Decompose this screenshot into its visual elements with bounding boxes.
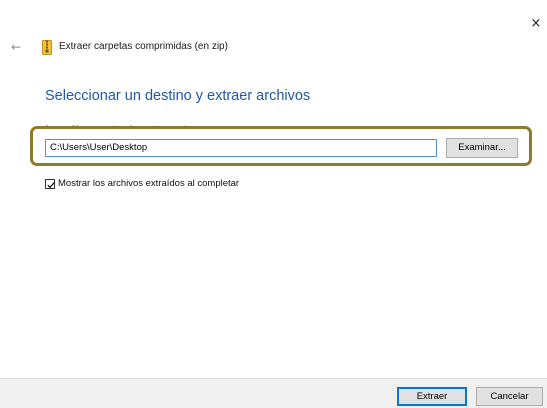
extract-wizard-window: × ← Extraer carpetas comprimidas (en zip… xyxy=(0,0,547,408)
destination-path-input[interactable]: C:\Users\User\Desktop xyxy=(45,139,437,157)
close-button[interactable]: × xyxy=(526,14,546,34)
extract-button[interactable]: Extraer xyxy=(397,387,467,406)
browse-button[interactable]: Examinar... xyxy=(446,138,518,158)
page-heading: Seleccionar un destino y extraer archivo… xyxy=(45,88,311,104)
back-arrow-icon: ← xyxy=(11,40,22,54)
close-icon: × xyxy=(530,16,542,31)
back-button[interactable]: ← xyxy=(11,39,27,55)
show-files-label: Mostrar los archivos extraídos al comple… xyxy=(58,178,240,189)
window-title: Extraer carpetas comprimidas (en zip) xyxy=(59,41,228,52)
button-bar: Extraer Cancelar xyxy=(0,378,547,408)
checkmark-icon xyxy=(47,182,55,189)
cancel-button[interactable]: Cancelar xyxy=(476,387,543,406)
show-files-checkbox[interactable] xyxy=(45,179,55,189)
zip-folder-icon xyxy=(42,40,52,55)
